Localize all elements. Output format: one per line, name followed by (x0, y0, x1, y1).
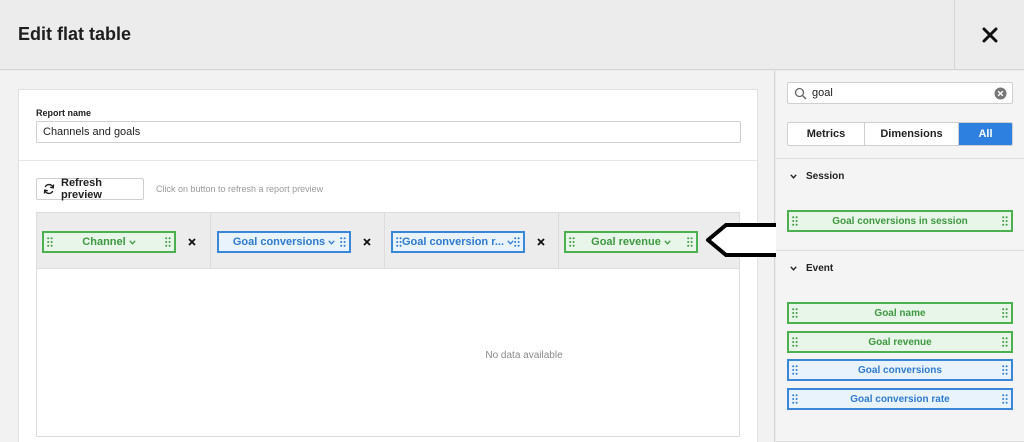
column-chip-label: Goal conversions (232, 236, 326, 248)
field-label: Goal name (874, 307, 926, 319)
no-data-message: No data available (485, 350, 563, 361)
field-goal-name[interactable]: Goal name (787, 302, 1013, 324)
search-box (787, 82, 1013, 104)
section-event: Event Goal name Goal revenue Goal conver… (776, 250, 1024, 442)
drag-handle-icon[interactable] (569, 237, 575, 247)
editor-area: Report name Refresh preview Click on but… (0, 71, 775, 442)
close-icon (537, 238, 545, 246)
chevron-down-icon[interactable] (328, 239, 335, 245)
tab-all[interactable]: All (959, 123, 1012, 145)
section-title: Event (806, 263, 834, 274)
close-button[interactable] (954, 0, 1024, 70)
column-chip-label: Channel (82, 236, 126, 248)
modal-header: Edit flat table (0, 0, 1024, 70)
page-title: Edit flat table (18, 24, 132, 44)
remove-column-button[interactable] (535, 236, 547, 248)
drag-handle-icon[interactable] (514, 237, 520, 247)
divider (19, 160, 757, 161)
drag-handle-icon[interactable] (792, 394, 798, 404)
preview-table: Channel Goal conversions Goal conversion… (36, 212, 740, 437)
chevron-down-icon[interactable] (129, 239, 136, 245)
column-chip-goal-conversions[interactable]: Goal conversions (217, 231, 351, 253)
column-cell: Goal conversion r... (385, 213, 559, 269)
clear-icon[interactable] (994, 87, 1007, 100)
editor-panel: Report name Refresh preview Click on but… (18, 89, 758, 442)
close-icon (982, 27, 997, 43)
section-title: Session (806, 171, 845, 182)
close-icon (188, 238, 196, 246)
chevron-down-icon (790, 174, 797, 179)
field-goal-revenue[interactable]: Goal revenue (787, 331, 1013, 353)
remove-column-button[interactable] (361, 236, 373, 248)
field-goal-conversions-in-session[interactable]: Goal conversions in session (787, 210, 1013, 232)
refresh-preview-label: Refresh preview (61, 177, 102, 201)
tab-dimensions[interactable]: Dimensions (865, 123, 959, 145)
search-icon (794, 87, 807, 100)
drag-handle-icon[interactable] (792, 365, 798, 375)
section-toggle-event[interactable]: Event (790, 263, 833, 274)
field-label: Goal conversion rate (850, 393, 950, 405)
type-filter-tabs: Metrics Dimensions All (787, 122, 1013, 146)
drag-handle-icon[interactable] (1002, 337, 1008, 347)
close-icon (363, 238, 371, 246)
column-cell: Goal conversions (211, 213, 385, 269)
chevron-down-icon[interactable] (507, 239, 514, 245)
drag-handle-icon[interactable] (1002, 394, 1008, 404)
field-goal-conversion-rate[interactable]: Goal conversion rate (787, 388, 1013, 410)
drag-handle-icon[interactable] (165, 237, 171, 247)
drag-handle-icon[interactable] (340, 237, 346, 247)
column-chip-label: Goal conversion r... (401, 236, 505, 248)
column-chip-goal-revenue[interactable]: Goal revenue (564, 231, 698, 253)
drag-handle-icon[interactable] (792, 308, 798, 318)
column-chip-channel[interactable]: Channel (42, 231, 176, 253)
section-toggle-session[interactable]: Session (790, 171, 844, 182)
refresh-hint: Click on button to refresh a report prev… (156, 184, 324, 194)
report-name-input[interactable] (36, 121, 741, 143)
search-input[interactable] (812, 85, 982, 101)
drag-handle-icon[interactable] (792, 216, 798, 226)
section-session: Session Goal conversions in session (776, 158, 1024, 250)
field-goal-conversions[interactable]: Goal conversions (787, 359, 1013, 381)
refresh-icon (43, 183, 55, 195)
column-chip-goal-conversion-rate[interactable]: Goal conversion r... (391, 231, 525, 253)
remove-column-button[interactable] (186, 236, 198, 248)
drag-handle-icon[interactable] (396, 237, 402, 247)
column-chip-label: Goal revenue (591, 236, 661, 248)
chevron-down-icon[interactable] (664, 239, 671, 245)
refresh-preview-button[interactable]: Refresh preview (36, 177, 144, 201)
field-label: Goal conversions in session (832, 215, 968, 227)
chevron-down-icon (790, 266, 797, 271)
field-label: Goal conversions (858, 364, 942, 376)
drag-handle-icon[interactable] (687, 237, 693, 247)
drag-handle-icon[interactable] (1002, 216, 1008, 226)
tab-metrics[interactable]: Metrics (788, 123, 865, 145)
column-cell: Channel (37, 213, 211, 269)
report-name-label: Report name (36, 108, 92, 118)
field-picker-sidebar: Metrics Dimensions All Session Goal conv… (776, 71, 1024, 442)
drag-handle-icon[interactable] (1002, 365, 1008, 375)
drag-handle-icon[interactable] (792, 337, 798, 347)
drag-handle-icon[interactable] (1002, 308, 1008, 318)
field-label: Goal revenue (868, 336, 932, 348)
column-header-bar: Channel Goal conversions Goal conversion… (37, 213, 739, 269)
drag-handle-icon[interactable] (47, 237, 53, 247)
